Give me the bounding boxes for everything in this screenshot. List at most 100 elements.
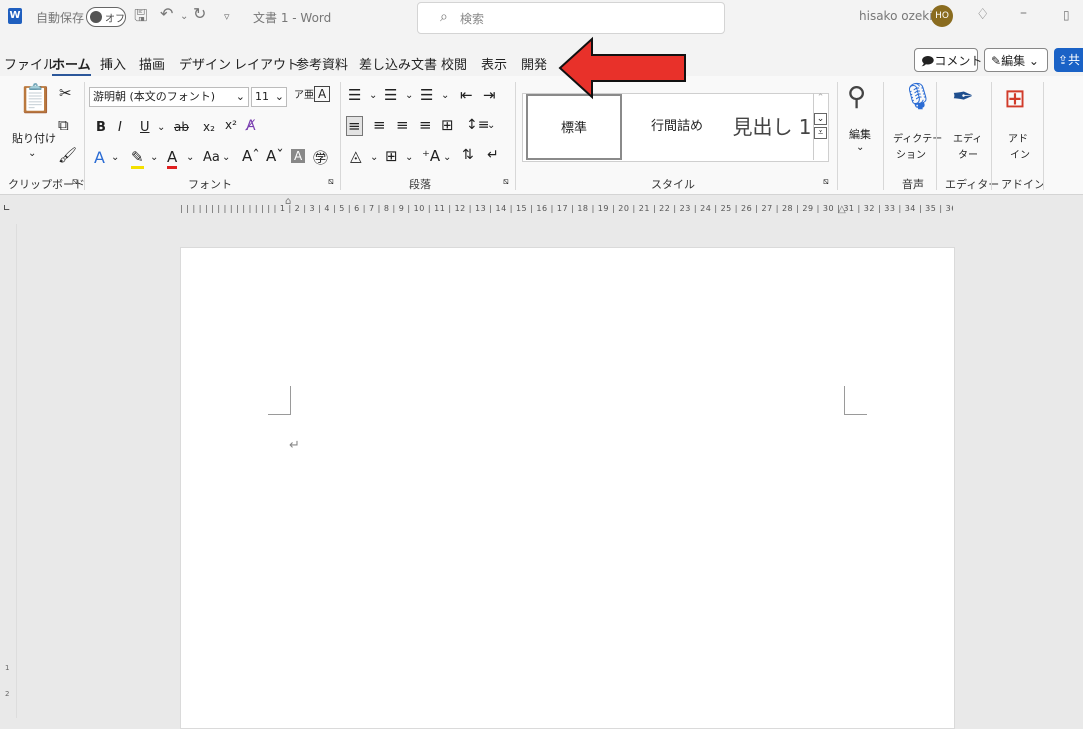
redo-icon[interactable]: ↻ [193, 4, 206, 23]
format-painter-icon[interactable]: 🖌 [58, 146, 77, 164]
tab-selector-icon[interactable]: ∟ [3, 204, 11, 214]
tab-file[interactable]: ファイル [4, 54, 56, 73]
tab-review[interactable]: 校閲 [441, 54, 467, 73]
paste-label[interactable]: 貼り付け [12, 130, 56, 146]
shading-dropdown-icon[interactable]: ⌄ [370, 152, 378, 163]
align-right-icon[interactable]: ≡ [396, 116, 409, 134]
paragraph-mark[interactable]: ↵ [289, 438, 300, 453]
document-page[interactable]: ↵ [180, 247, 955, 729]
undo-icon[interactable]: ↶ [160, 4, 173, 23]
tab-design[interactable]: デザイン [179, 54, 231, 73]
style-normal[interactable]: 標準 [526, 94, 622, 160]
highlight-icon[interactable]: ✎ [131, 148, 144, 169]
change-case-dropdown-icon[interactable]: ⌄ [222, 152, 230, 163]
dictate-label-1[interactable]: ディクテー [893, 130, 942, 145]
more-styles-icon[interactable]: ⩡ [814, 127, 827, 139]
align-left-icon[interactable]: ≡ [346, 116, 363, 136]
undo-dropdown-icon[interactable]: ⌄ [180, 11, 188, 22]
text-effects-icon[interactable]: A [94, 148, 105, 167]
styles-scroll[interactable]: ⌃ ⌄ ⩡ [813, 93, 827, 160]
show-marks-icon[interactable]: ↵ [487, 147, 499, 163]
editor-label-1[interactable]: エディ [953, 130, 982, 145]
editing-label[interactable]: 編集 [849, 126, 871, 142]
style-no-spacing[interactable]: 行間詰め [627, 94, 727, 160]
comment-button[interactable]: 🗩コメント [914, 48, 982, 72]
cut-icon[interactable]: ✂ [59, 84, 72, 102]
font-color-dropdown-icon[interactable]: ⌄ [186, 152, 194, 163]
underline-button[interactable]: U [140, 120, 150, 135]
multilevel-list-icon[interactable]: ☰ [420, 86, 433, 104]
styles-launcher-icon[interactable]: ⧅ [823, 177, 829, 187]
font-color-icon[interactable]: A [167, 148, 178, 169]
shrink-font-icon[interactable]: Aˇ [266, 147, 284, 165]
right-indent-marker-icon[interactable]: △ [838, 204, 846, 215]
decrease-indent-icon[interactable]: ⇤ [460, 86, 473, 104]
vertical-ruler[interactable]: 1 2 [0, 224, 17, 718]
distributed-icon[interactable]: ⊞ [441, 116, 454, 134]
edit-mode-button[interactable]: ✎編集 ⌄ [984, 48, 1048, 72]
editor-label-2[interactable]: ター [958, 146, 978, 161]
find-icon[interactable]: ⚲ [847, 82, 866, 112]
paste-icon[interactable]: 📋 [18, 82, 53, 115]
justify-icon[interactable]: ≡ [419, 116, 432, 134]
addins-grid-icon[interactable]: ⊞ [1004, 84, 1026, 114]
save-icon[interactable]: 🖫 [134, 5, 148, 32]
tab-draw[interactable]: 描画 [139, 54, 165, 73]
text-effects-dropdown-icon[interactable]: ⌄ [111, 152, 119, 163]
tab-home[interactable]: ホーム [52, 54, 91, 77]
grow-font-icon[interactable]: Aˆ [242, 147, 260, 165]
addins-label-1[interactable]: アド [1008, 130, 1028, 145]
autosave-toggle[interactable]: オフ [86, 7, 126, 27]
borders-dropdown-icon[interactable]: ⌄ [405, 152, 413, 163]
enclose-char-icon[interactable]: ㊫ [313, 147, 328, 168]
clipboard-launcher-icon[interactable]: ⧅ [72, 177, 78, 187]
underline-dropdown-icon[interactable]: ⌄ [157, 122, 165, 133]
quick-access-menu-icon[interactable]: ▿ [224, 10, 230, 23]
dictate-label-2[interactable]: ション [896, 146, 926, 161]
phonetic-guide-icon[interactable]: ア亜 [294, 86, 314, 101]
increase-indent-icon[interactable]: ⇥ [483, 86, 496, 104]
bold-button[interactable]: B [96, 120, 106, 135]
numbering-icon[interactable]: ☰ [384, 86, 397, 104]
bullets-icon[interactable]: ☰ [348, 86, 361, 104]
align-center-icon[interactable]: ≡ [373, 116, 386, 134]
numbering-dropdown-icon[interactable]: ⌄ [405, 90, 413, 101]
share-button[interactable]: ⇪共 [1054, 48, 1083, 72]
line-spacing-dropdown-icon[interactable]: ⌄ [487, 120, 495, 131]
clear-format-icon[interactable]: A̸ [246, 118, 256, 134]
superscript-icon[interactable]: x² [225, 118, 237, 132]
microphone-icon[interactable]: 🎙 [901, 82, 934, 112]
char-border-icon[interactable]: A [314, 86, 331, 102]
paste-dropdown-icon[interactable]: ⌄ [28, 148, 36, 159]
minimize-icon[interactable]: – [1020, 5, 1027, 21]
addins-label-2[interactable]: イン [1010, 146, 1030, 161]
char-shading-icon[interactable]: A [291, 149, 306, 163]
tab-view[interactable]: 表示 [481, 54, 507, 73]
scroll-down-icon[interactable]: ⌄ [814, 113, 827, 125]
editing-dropdown-icon[interactable]: ⌄ [856, 142, 864, 153]
tab-mailings[interactable]: 差し込み文書 [359, 54, 437, 73]
tab-developer[interactable]: 開発 [521, 54, 547, 73]
multilevel-dropdown-icon[interactable]: ⌄ [441, 90, 449, 101]
subscript-icon[interactable]: x₂ [203, 120, 215, 134]
search-box[interactable]: ⌕ 検索 [417, 2, 725, 34]
strikethrough-button[interactable]: ab [174, 120, 189, 134]
font-name-select[interactable]: 游明朝 (本文のフォント) ⌄ [89, 87, 249, 107]
change-case-button[interactable]: Aa [203, 150, 220, 165]
highlight-dropdown-icon[interactable]: ⌄ [150, 152, 158, 163]
asian-layout-dropdown-icon[interactable]: ⌄ [443, 152, 451, 163]
tab-layout[interactable]: レイアウト [234, 54, 299, 73]
editor-pen-icon[interactable]: ✒ [952, 82, 974, 112]
restore-icon[interactable]: ▯ [1063, 8, 1070, 22]
horizontal-ruler[interactable]: ∟ | | | | | | | | | | | | | | | | 1 | 2 … [0, 196, 1083, 224]
tab-references[interactable]: 参考資料 [296, 54, 348, 73]
shading-icon[interactable]: ◬ [350, 147, 362, 165]
sort-icon[interactable]: ⇅ [462, 147, 474, 163]
font-launcher-icon[interactable]: ⧅ [328, 177, 334, 187]
scroll-up-icon[interactable]: ⌃ [814, 93, 827, 103]
line-spacing-icon[interactable]: ↕≡ [466, 117, 489, 133]
copy-icon[interactable]: ⧉ [58, 116, 69, 134]
style-heading-1[interactable]: 見出し 1 [727, 94, 817, 160]
user-name[interactable]: hisako ozeki [859, 9, 933, 23]
font-size-select[interactable]: 11 ⌄ [251, 87, 287, 107]
